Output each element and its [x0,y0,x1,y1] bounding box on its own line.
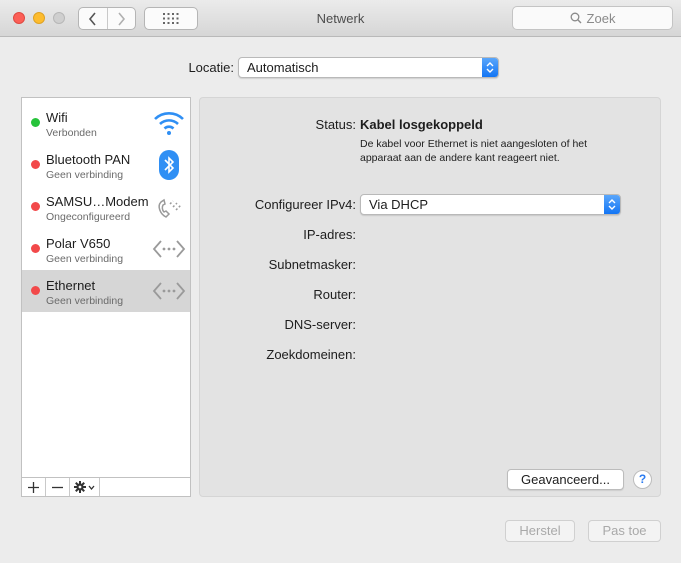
service-status: Ongeconfigureerd [46,211,131,223]
gear-icon [73,481,94,493]
service-item-ethernet[interactable]: Ethernet Geen verbinding [22,270,190,312]
service-name: Polar V650 [46,236,111,251]
ipv4-value: Via DHCP [369,197,429,212]
location-popup[interactable]: Automatisch [238,57,499,78]
remove-service-button[interactable] [46,478,70,496]
plus-icon [28,481,39,493]
search-placeholder: Zoek [586,10,616,26]
wifi-icon [152,107,186,139]
service-item-polar-v650[interactable]: Polar V650 Geen verbinding [22,228,190,270]
service-item-wifi[interactable]: Wifi Verbonden [22,102,190,144]
popup-arrows-icon [604,195,620,214]
location-value: Automatisch [247,60,319,75]
status-dot [31,286,40,295]
bluetooth-icon [152,149,186,181]
service-item-bluetooth-pan[interactable]: Bluetooth PAN Geen verbinding [22,144,190,186]
service-status: Verbonden [46,127,97,139]
reset-button[interactable]: Herstel [505,520,575,542]
status-description: De kabel voor Ethernet is niet aangeslot… [360,138,588,164]
search-field[interactable]: Zoek [512,6,673,30]
configure-ipv4-popup[interactable]: Via DHCP [360,194,621,215]
ethernet-arrows-icon [152,275,186,307]
service-name: Ethernet [46,278,96,293]
status-dot [31,244,40,253]
service-name: Wifi [46,110,68,125]
phone-modem-icon [152,191,186,223]
service-status: Geen verbinding [46,169,124,181]
search-icon [570,12,582,24]
subnet-mask-label: Subnetmasker: [268,257,356,272]
ipv4-label: Configureer IPv4: [254,197,356,212]
ip-address-label: IP-adres: [303,227,356,242]
service-detail-panel: Status: Kabel losgekoppeld De kabel voor… [199,97,661,497]
service-actions-menu[interactable] [70,478,100,496]
service-item-samsung-modem[interactable]: SAMSU…Modem Ongeconfigureerd [22,186,190,228]
location-label: Locatie: [188,60,234,75]
search-domains-label: Zoekdomeinen: [266,347,356,362]
service-name: Bluetooth PAN [46,152,131,167]
title-bar: Netwerk Zoek [0,0,681,37]
advanced-button[interactable]: Geavanceerd... [507,469,624,490]
add-service-button[interactable] [22,478,46,496]
popup-arrows-icon [482,58,498,77]
service-list-toolbar [22,477,190,496]
service-status: Geen verbinding [46,253,124,265]
status-dot [31,160,40,169]
status-dot [31,118,40,127]
router-label: Router: [313,287,356,302]
status-dot [31,202,40,211]
dns-server-label: DNS-server: [284,317,356,332]
service-name: SAMSU…Modem [46,194,149,209]
minus-icon [52,486,63,488]
help-button[interactable]: ? [633,470,652,489]
service-list: Wifi Verbonden Bluetooth PAN Geen verbin… [21,97,191,497]
apply-button[interactable]: Pas toe [588,520,661,542]
status-value: Kabel losgekoppeld [360,117,483,132]
ethernet-arrows-icon [152,233,186,265]
service-status: Geen verbinding [46,295,124,307]
status-label: Status: [315,117,356,132]
